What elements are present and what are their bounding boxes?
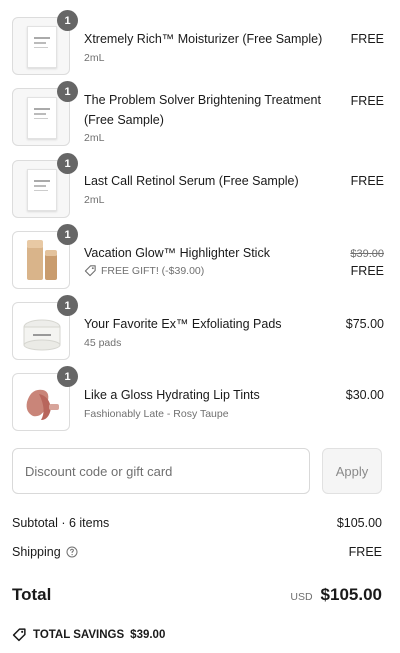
total-savings: TOTAL SAVINGS $39.00 [12,627,165,642]
quantity-badge: 1 [57,295,78,316]
product-thumbnail: 1 [12,295,78,360]
item-price: FREE [350,264,384,278]
total-label: Total [12,585,52,604]
item-variant: 2mL [84,194,105,206]
item-price: FREE [350,94,384,108]
item-name: Like a Gloss Hydrating Lip Tints [84,388,260,402]
item-price: $75.00 [345,317,384,331]
shipping-row: Shipping [12,545,78,559]
currency-code: USD [290,591,313,603]
item-name: Your Favorite Ex™ Exfoliating Pads [84,317,282,331]
help-icon[interactable] [66,546,78,558]
product-thumbnail: 1 [12,81,78,146]
item-price: $30.00 [345,388,384,402]
line-item: 1 The Problem Solver Brightening Treatme… [12,81,384,148]
line-item: 1 Like a Gloss Hydrating Lip Tints Fashi… [12,366,384,433]
item-variant: 2mL [84,132,105,144]
savings-value: $39.00 [130,628,166,641]
sample-sachet-icon [27,26,57,68]
item-name: Last Call Retinol Serum (Free Sample) [84,174,299,188]
product-thumbnail: 1 [12,366,78,431]
tag-icon [12,628,26,642]
line-item: 1 Last Call Retinol Serum (Free Sample) … [12,153,384,220]
line-item: 1 Xtremely Rich™ Moisturizer (Free Sampl… [12,10,384,77]
sample-sachet-icon [27,169,57,211]
free-gift-label: FREE GIFT! (-$39.00) [101,264,205,277]
quantity-badge: 1 [57,10,78,31]
shipping-value: FREE [348,545,382,559]
line-item: 1 Your Favorite Ex™ Exfoliating Pads 45 … [12,295,384,362]
item-name: The Problem Solver Brightening Treatment… [84,93,321,127]
sample-sachet-icon [27,97,57,139]
apply-discount-button[interactable]: Apply [322,448,382,494]
product-thumbnail: 1 [12,153,78,218]
product-thumbnail: 1 [12,10,78,75]
original-price: $39.00 [350,248,384,260]
total-value: $105.00 [320,585,382,604]
item-variant: 45 pads [84,337,122,349]
item-variant: 2mL [84,52,105,64]
free-gift-tag: FREE GIFT! (-$39.00) [84,264,204,277]
subtotal-value: $105.00 [336,516,382,530]
subtotal-label: Subtotal · 6 items [12,516,110,530]
item-name: Xtremely Rich™ Moisturizer (Free Sample) [84,32,323,46]
tag-icon [84,265,96,277]
shipping-label: Shipping [12,545,61,559]
quantity-badge: 1 [57,81,78,102]
item-price: FREE [350,32,384,46]
item-variant: Fashionably Late - Rosy Taupe [84,408,229,420]
total-amount: USD $105.00 [290,585,382,605]
item-price: FREE [350,174,384,188]
item-price-block: $39.00 FREE [350,246,384,280]
product-thumbnail: 1 [12,224,78,289]
savings-label: TOTAL SAVINGS [33,628,125,641]
quantity-badge: 1 [57,366,78,387]
quantity-badge: 1 [57,224,78,245]
discount-code-input[interactable] [12,448,310,494]
quantity-badge: 1 [57,153,78,174]
line-item: 1 Vacation Glow™ Highlighter Stick FREE … [12,224,384,291]
item-name: Vacation Glow™ Highlighter Stick [84,246,270,260]
